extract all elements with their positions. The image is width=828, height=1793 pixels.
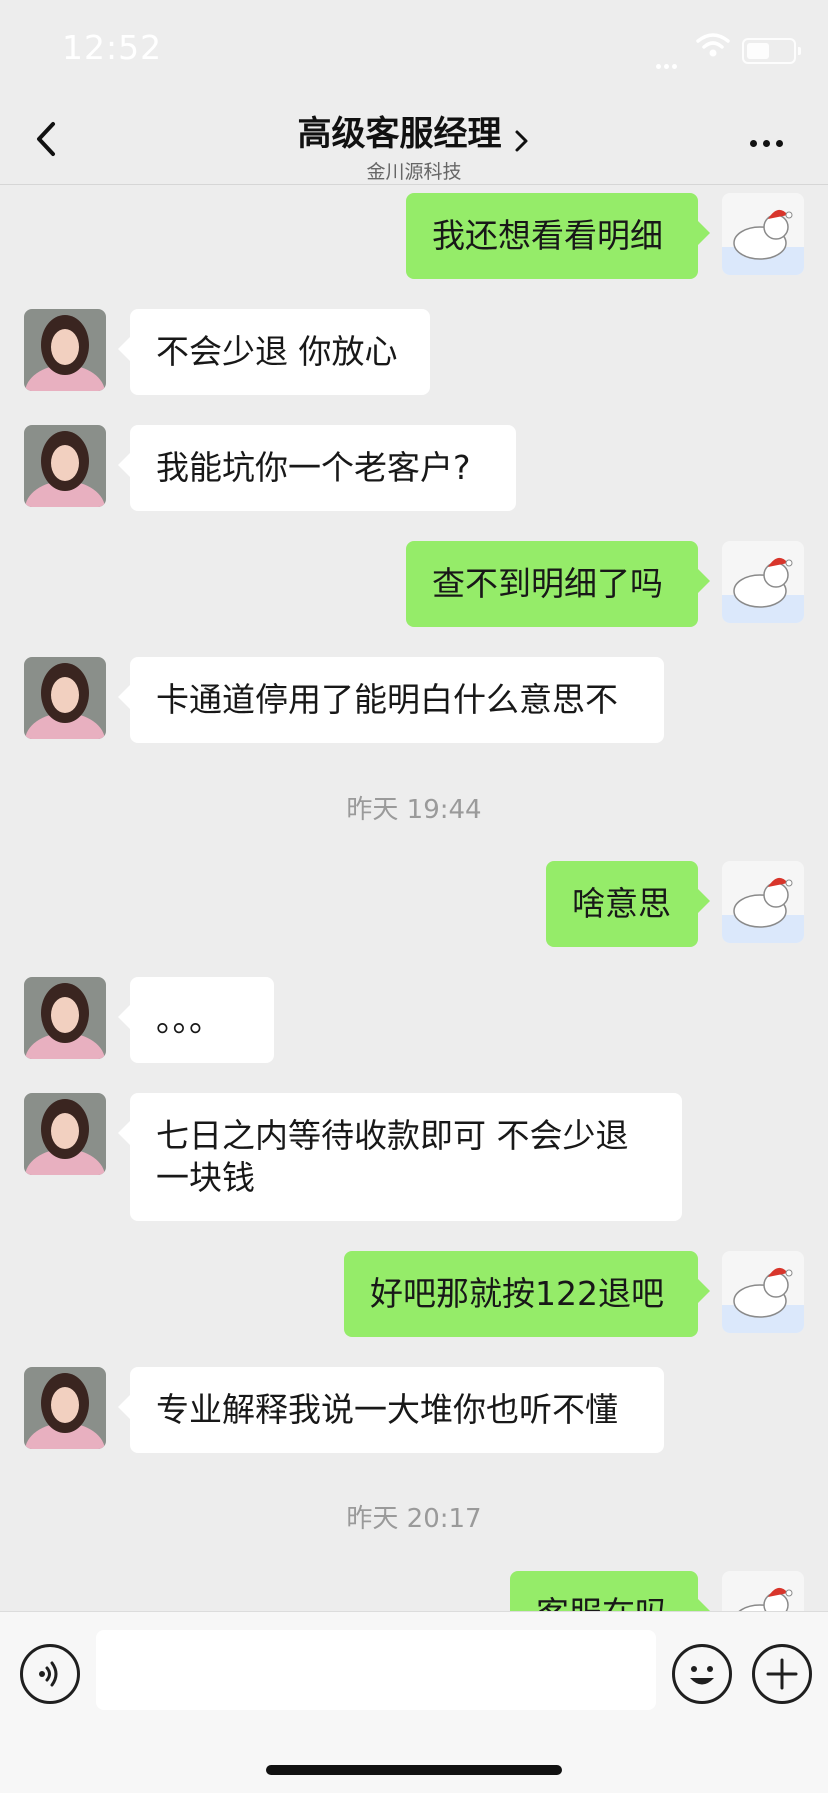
signal-icon: [656, 54, 680, 73]
status-bar: 12:52: [0, 0, 828, 96]
agent-photo-icon: [24, 1093, 106, 1175]
user-avatar[interactable]: [722, 1251, 804, 1333]
battery-icon: [742, 38, 801, 64]
agent-avatar[interactable]: [24, 657, 106, 739]
plus-icon[interactable]: [752, 1644, 812, 1704]
agent-avatar[interactable]: [24, 977, 106, 1059]
voice-icon[interactable]: [20, 1644, 80, 1704]
incoming-bubble[interactable]: 。。。: [118, 977, 274, 1063]
wifi-icon: [696, 33, 730, 57]
agent-photo-icon: [24, 657, 106, 739]
outgoing-bubble[interactable]: 查不到明细了吗: [406, 541, 710, 627]
agent-avatar[interactable]: [24, 1093, 106, 1175]
outgoing-bubble[interactable]: 好吧那就按122退吧: [344, 1251, 710, 1337]
agent-avatar[interactable]: [24, 1367, 106, 1449]
cat-santa-icon: [722, 1571, 804, 1611]
user-avatar[interactable]: [722, 193, 804, 275]
timestamp: 昨天 20:17: [346, 1504, 482, 1534]
message-list[interactable]: 我还想看看明细 不会少退 你放心 我能坑你一个老客户? 查不到明细了吗 卡通道停…: [0, 185, 828, 1611]
status-time: 12:52: [62, 28, 163, 67]
incoming-bubble[interactable]: 专业解释我说一大堆你也听不懂: [118, 1367, 664, 1453]
emoji-icon[interactable]: [672, 1644, 732, 1704]
cat-santa-icon: [722, 541, 804, 623]
outgoing-bubble[interactable]: 我还想看看明细: [406, 193, 710, 279]
cat-santa-icon: [722, 1251, 804, 1333]
incoming-bubble[interactable]: 卡通道停用了能明白什么意思不: [118, 657, 664, 743]
agent-photo-icon: [24, 1367, 106, 1449]
user-avatar[interactable]: [722, 1571, 804, 1611]
chevron-right-icon: [515, 130, 528, 151]
chat-title: 高级客服经理: [297, 114, 502, 154]
incoming-bubble[interactable]: 我能坑你一个老客户?: [118, 425, 516, 511]
chat-title-area[interactable]: 高级客服经理 金川源科技: [0, 106, 828, 184]
agent-avatar[interactable]: [24, 425, 106, 507]
message-input[interactable]: [96, 1630, 656, 1710]
user-avatar[interactable]: [722, 541, 804, 623]
agent-avatar[interactable]: [24, 309, 106, 391]
cat-santa-icon: [722, 193, 804, 275]
incoming-bubble[interactable]: 七日之内等待收款即可 不会少退一块钱: [118, 1093, 682, 1221]
agent-photo-icon: [24, 977, 106, 1059]
home-indicator[interactable]: [266, 1765, 562, 1775]
user-avatar[interactable]: [722, 861, 804, 943]
more-icon[interactable]: [750, 132, 789, 151]
chat-header: 高级客服经理 金川源科技: [0, 96, 828, 185]
agent-photo-icon: [24, 309, 106, 391]
incoming-bubble[interactable]: 不会少退 你放心: [118, 309, 430, 395]
cat-santa-icon: [722, 861, 804, 943]
agent-photo-icon: [24, 425, 106, 507]
timestamp: 昨天 19:44: [346, 795, 482, 825]
outgoing-bubble[interactable]: 啥意思: [546, 861, 710, 947]
outgoing-bubble[interactable]: 客服在吗: [510, 1571, 710, 1611]
chat-subtitle: 金川源科技: [366, 161, 462, 183]
